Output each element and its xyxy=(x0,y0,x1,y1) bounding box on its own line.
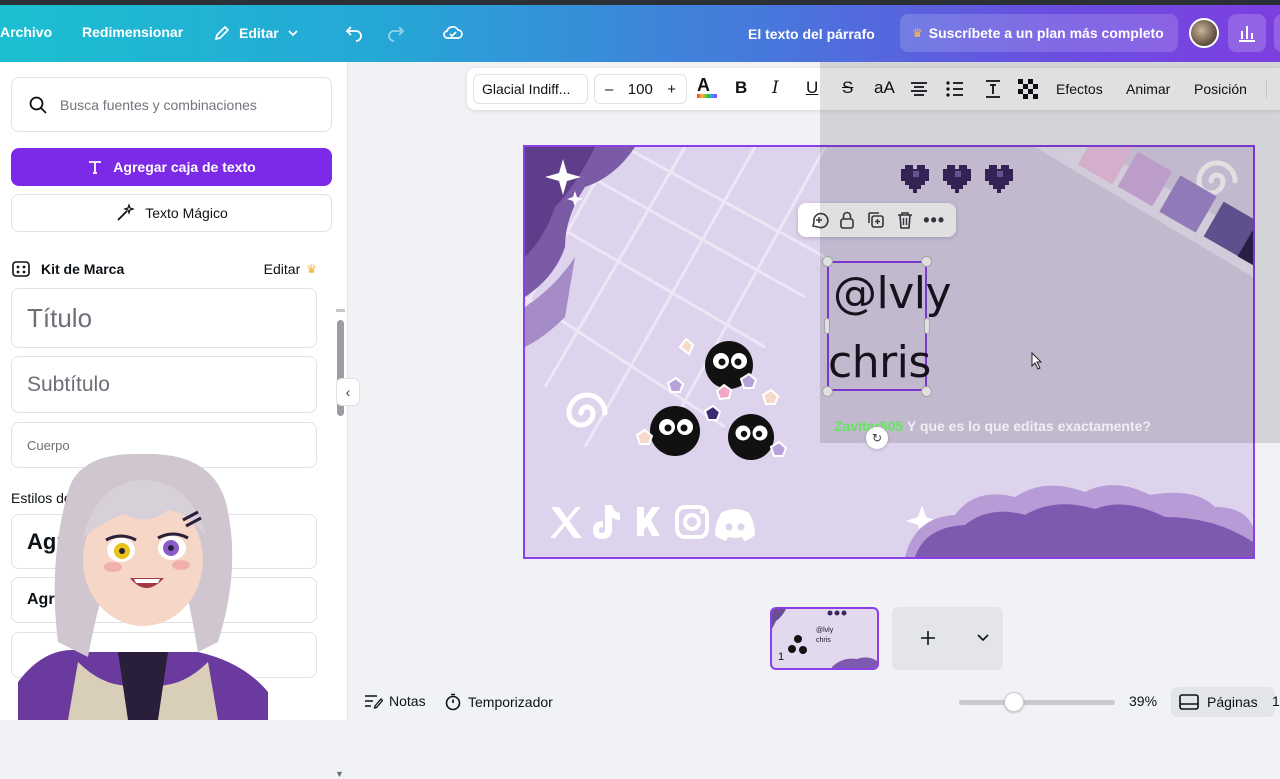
pencil-icon xyxy=(215,26,229,40)
page-count: 1 xyxy=(1272,693,1280,709)
brand-kit-header: Kit de Marca Editar ♛ xyxy=(11,258,317,280)
add-text-box-button[interactable]: Agregar caja de texto xyxy=(11,148,332,186)
title-style-button[interactable]: Título xyxy=(11,288,317,348)
zoom-slider[interactable] xyxy=(959,700,1115,705)
timer-button[interactable]: Temporizador xyxy=(444,693,553,711)
collapse-panel-button[interactable]: ‹ xyxy=(336,378,360,406)
brand-kit-icon xyxy=(12,261,30,277)
brand-kit-edit-button[interactable]: Editar ♛ xyxy=(264,261,317,277)
file-menu[interactable]: Archivo xyxy=(0,24,52,40)
font-family-selector[interactable]: Glacial Indiff... xyxy=(473,74,588,104)
add-page-button[interactable] xyxy=(892,607,1003,670)
zoom-slider-handle[interactable] xyxy=(1004,692,1024,712)
scroll-down-arrow-icon[interactable]: ▼ xyxy=(335,769,344,779)
top-bar: Archivo Redimensionar Editar El texto de… xyxy=(0,0,1280,62)
page-thumbnail-1[interactable]: @lvly chris 1 xyxy=(770,607,879,670)
cloud-saved-icon[interactable] xyxy=(442,22,464,42)
bottom-bar: Notas Temporizador 39% Páginas 1 xyxy=(349,684,1280,720)
rotate-handle[interactable]: ↻ xyxy=(866,427,888,449)
share-button-edge[interactable] xyxy=(1274,14,1280,52)
mouse-cursor-icon xyxy=(1031,352,1043,370)
resize-menu[interactable]: Redimensionar xyxy=(82,24,183,40)
window-strip xyxy=(0,0,1280,5)
font-size-stepper[interactable]: – 100 + xyxy=(594,74,687,104)
italic-button[interactable]: I xyxy=(772,78,779,98)
pages-button[interactable]: Páginas xyxy=(1171,687,1275,717)
page-number: 1 xyxy=(778,651,785,663)
notes-button[interactable]: Notas xyxy=(363,693,426,709)
bold-button[interactable]: B xyxy=(735,78,747,98)
redo-icon[interactable] xyxy=(386,22,406,42)
increase-size-button[interactable]: + xyxy=(667,81,676,98)
chevron-left-icon: ‹ xyxy=(345,384,351,400)
scrollbar-top xyxy=(336,309,345,312)
document-title[interactable]: El texto del párrafo xyxy=(748,26,875,42)
edit-menu[interactable]: Editar xyxy=(213,24,299,42)
subtitle-style-button[interactable]: Subtítulo xyxy=(11,356,317,413)
underline-button[interactable]: U xyxy=(806,78,818,98)
bar-chart-icon xyxy=(1239,26,1255,42)
text-color-button[interactable]: A xyxy=(697,75,717,98)
plus-icon xyxy=(921,631,935,645)
chevron-down-icon xyxy=(288,30,298,37)
crown-icon: ♛ xyxy=(912,26,923,40)
notes-icon xyxy=(365,695,383,709)
timer-icon xyxy=(445,693,461,711)
pages-icon xyxy=(1179,694,1199,710)
search-icon xyxy=(29,96,47,114)
text-icon xyxy=(89,161,102,174)
vtuber-avatar-image xyxy=(18,453,268,720)
user-avatar[interactable] xyxy=(1189,18,1219,48)
insights-button[interactable] xyxy=(1228,14,1266,52)
text-color-icon: A xyxy=(697,75,710,95)
chevron-down-icon[interactable] xyxy=(977,633,989,643)
magic-text-button[interactable]: Texto Mágico xyxy=(11,194,332,232)
zoom-percentage[interactable]: 39% xyxy=(1129,693,1157,709)
crown-icon: ♛ xyxy=(306,262,317,276)
undo-icon[interactable] xyxy=(344,22,364,42)
rotate-icon: ↻ xyxy=(871,431,883,445)
decrease-size-button[interactable]: – xyxy=(605,81,613,98)
magic-wand-icon xyxy=(117,203,136,221)
subscribe-button[interactable]: ♛ Suscríbete a un plan más completo xyxy=(900,14,1178,52)
stream-chat-overlay xyxy=(820,62,1280,443)
font-search-input[interactable]: Busca fuentes y combinaciones xyxy=(11,77,332,132)
